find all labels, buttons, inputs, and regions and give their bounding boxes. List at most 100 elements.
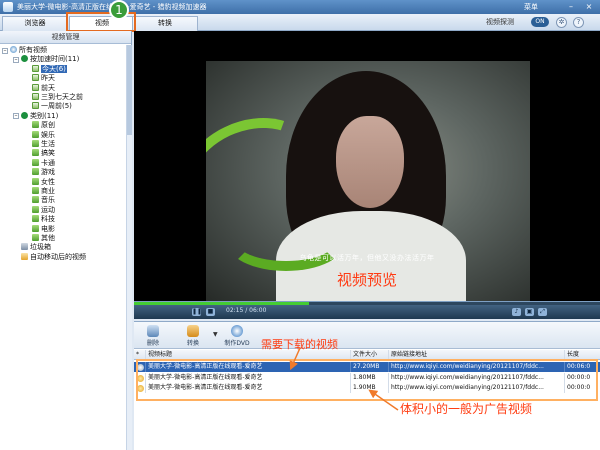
tree-expander-icon[interactable]: –	[13, 113, 19, 120]
tree-item-label: 所有视频	[19, 46, 47, 54]
ad-video-annotation: 体积小的一般为广告视频	[400, 402, 533, 416]
folder-icon	[32, 196, 39, 204]
progress-bar[interactable]	[134, 302, 600, 305]
main-menu-button[interactable]: 菜单	[524, 0, 538, 14]
video-player[interactable]: 乌龟是可以活万年，但他又没办法活万年 视频预览 ❚❚ ■ 02:15 / 06:…	[134, 31, 600, 319]
tree-item[interactable]: 自动移动后的视频	[21, 252, 86, 262]
tree-item[interactable]: 游戏	[32, 168, 55, 177]
player-controls: ❚❚ ■ 02:15 / 06:00 ♪ ▣ ⤢	[134, 301, 600, 319]
folder-icon	[32, 130, 39, 138]
tree-item-label: 前天	[41, 83, 55, 92]
tree-item-label: 娱乐	[41, 130, 55, 139]
video-subtitle: 乌龟是可以活万年，但他又没办法活万年	[299, 254, 435, 262]
tree-item-label: 一周前(5)	[41, 102, 72, 111]
tab-browser[interactable]: 浏览器	[2, 16, 68, 31]
video-detect-label: 视频探测	[486, 18, 514, 26]
tree-item[interactable]: 按加速时间(11)	[21, 55, 79, 64]
tree-expander-icon[interactable]: –	[2, 47, 8, 54]
delete-label: 删除	[146, 340, 159, 347]
video-detect-toggle[interactable]: ON	[531, 17, 549, 27]
tree-item[interactable]: 原创	[32, 121, 55, 130]
tree-item-label: 垃圾箱	[30, 243, 51, 252]
gear-icon[interactable]: ✲	[556, 17, 567, 28]
tree-item-label: 原创	[41, 121, 55, 130]
folder-icon	[32, 168, 39, 176]
dvd-icon	[231, 325, 243, 337]
sidebar-scrollbar[interactable]	[126, 45, 132, 450]
tree-item[interactable]: 今天(6)	[32, 64, 67, 74]
make-dvd-label: 制作DVD	[224, 340, 250, 347]
tree-item[interactable]: 三到七天之前	[32, 93, 83, 102]
calendar-icon	[32, 102, 39, 110]
fullscreen-icon[interactable]: ⤢	[538, 308, 547, 316]
tree-item[interactable]: 女性	[32, 177, 55, 187]
auto-move-icon	[21, 252, 28, 260]
tree-item-label: 卡通	[41, 158, 55, 167]
tree-item[interactable]: 电影	[32, 224, 55, 234]
folder-icon	[32, 215, 39, 223]
tree-item[interactable]: 音乐	[32, 196, 55, 205]
globe-icon	[10, 46, 17, 53]
tree-item-label: 昨天	[41, 74, 55, 83]
stop-icon[interactable]: ■	[206, 308, 215, 316]
help-icon[interactable]: ?	[573, 17, 584, 28]
volume-icon[interactable]: ♪	[512, 308, 521, 316]
tree-item[interactable]: 类别(11)	[21, 111, 59, 121]
scrollbar-thumb[interactable]	[127, 45, 132, 135]
tree-item-label: 按加速时间(11)	[30, 55, 80, 64]
trash-icon	[21, 243, 28, 251]
panel-header: 视频管理	[0, 31, 131, 44]
folder-icon	[32, 158, 39, 166]
playback-time: 02:15 / 06:00	[226, 307, 267, 314]
tree-item-label: 电影	[41, 224, 55, 233]
convert-icon	[187, 325, 199, 337]
step-number-badge: 1	[109, 0, 129, 20]
tree-item[interactable]: 娱乐	[32, 130, 55, 140]
tree-item-label: 搞笑	[41, 149, 55, 158]
tree-item-label: 女性	[41, 177, 55, 186]
make-dvd-button[interactable]: 制作DVD	[222, 324, 252, 348]
chevron-down-icon[interactable]: ▼	[213, 331, 218, 338]
folder-icon	[32, 140, 39, 147]
tree-item[interactable]: 商业	[32, 187, 55, 196]
app-window: 美丽大学-微电影-高清正版在线观看-爱奇艺 - 猎豹视频加速器 菜单 – × 浏…	[0, 0, 600, 450]
tree-item[interactable]: 一周前(5)	[32, 102, 72, 111]
tree-item[interactable]: 所有视频	[10, 46, 47, 55]
tree-item[interactable]: 前天	[32, 83, 55, 93]
tree-item[interactable]: 垃圾箱	[21, 243, 51, 252]
tree-item-label: 音乐	[41, 196, 55, 205]
pause-icon[interactable]: ❚❚	[192, 308, 202, 316]
tree-item[interactable]: 科技	[32, 215, 55, 224]
calendar-icon	[32, 64, 39, 72]
delete-button[interactable]: 删除	[138, 324, 168, 348]
tree-item-label: 类别(11)	[30, 111, 59, 120]
folder-icon	[32, 149, 39, 157]
tree-item-label: 生活	[41, 140, 55, 148]
list-toolbar: 删除 转换 ▼ 制作DVD 需要下载的视频	[134, 322, 600, 351]
tree-item[interactable]: 生活	[32, 140, 55, 149]
close-icon[interactable]: ×	[584, 2, 594, 12]
tree-item-label: 科技	[41, 215, 55, 224]
tree-item-label: 商业	[41, 187, 55, 195]
tree-expander-icon[interactable]: –	[13, 56, 19, 63]
calendar-icon	[32, 93, 39, 100]
clock-icon	[21, 55, 28, 63]
category-icon	[21, 111, 28, 119]
tree-item[interactable]: 运动	[32, 205, 55, 215]
folder-icon	[32, 205, 39, 213]
tab-convert[interactable]: 转换	[132, 16, 198, 31]
calendar-icon	[32, 83, 39, 91]
video-list-section: 删除 转换 ▼ 制作DVD 需要下载的视频 * 视频标题 文件大小 原始链接地址…	[134, 321, 600, 450]
video-manager-panel: 视频管理 所有视频 – 按加速时间(11) – 今天(6) 昨天 前天 三到七天之前 一周前(5…	[0, 31, 132, 450]
folder-icon	[32, 234, 39, 241]
tree-item[interactable]: 卡通	[32, 158, 55, 168]
tree-item[interactable]: 昨天	[32, 74, 55, 83]
tree-item-label: 三到七天之前	[41, 93, 83, 101]
tree-item[interactable]: 搞笑	[32, 149, 55, 158]
tree-item-label: 其他	[41, 234, 55, 242]
convert-button[interactable]: 转换	[178, 324, 208, 348]
video-scene-face	[336, 116, 404, 208]
snapshot-icon[interactable]: ▣	[525, 308, 534, 316]
minimize-icon[interactable]: –	[566, 2, 576, 12]
tree-item[interactable]: 其他	[32, 234, 55, 243]
